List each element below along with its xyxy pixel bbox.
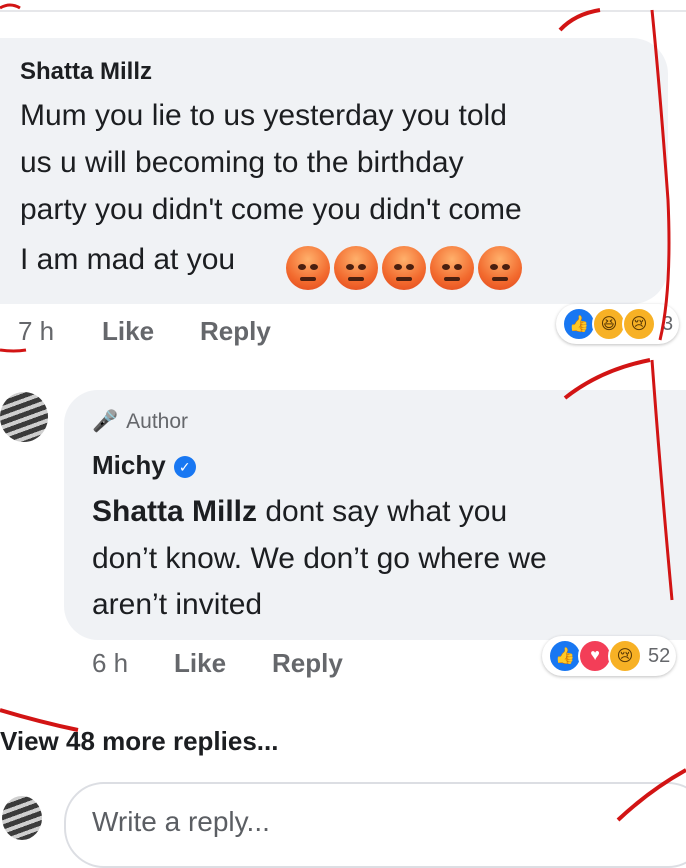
like-reaction-icon: 👍 bbox=[562, 307, 596, 341]
reaction-count: 52 bbox=[648, 644, 671, 667]
sad-reaction-icon: 😢 bbox=[622, 307, 656, 341]
angry-face-icon bbox=[334, 246, 378, 290]
avatar[interactable] bbox=[0, 392, 48, 442]
sad-reaction-icon: 😢 bbox=[608, 639, 642, 673]
microphone-icon: 🎤 bbox=[92, 410, 119, 433]
comment-line: us u will becoming to the birthday bbox=[20, 146, 464, 179]
view-more-replies-link[interactable]: View 48 more replies... bbox=[0, 726, 278, 757]
angry-face-icon bbox=[286, 246, 330, 290]
avatar bbox=[2, 796, 42, 840]
reaction-summary[interactable]: 👍 ♥ 😢 52 bbox=[542, 636, 677, 676]
reply-line: aren’t invited bbox=[92, 588, 263, 621]
timestamp[interactable]: 6 h bbox=[92, 648, 128, 679]
reply-text: dont say what you bbox=[257, 495, 508, 528]
angry-face-icon bbox=[382, 246, 426, 290]
love-reaction-icon: ♥ bbox=[578, 639, 612, 673]
like-link[interactable]: Like bbox=[174, 648, 226, 679]
like-reaction-icon: 👍 bbox=[548, 639, 582, 673]
comment-author[interactable]: Shatta Millz bbox=[20, 58, 152, 86]
reply-author[interactable]: Michy ✓ bbox=[92, 450, 196, 481]
reply-placeholder: Write a reply... bbox=[92, 806, 270, 837]
mention-link[interactable]: Shatta Millz bbox=[92, 495, 257, 528]
comment-line: I am mad at you bbox=[20, 243, 236, 276]
reply-line: don’t know. We don’t go where we bbox=[92, 542, 547, 575]
reaction-summary[interactable]: 👍 😆 😢 3 bbox=[556, 304, 680, 344]
verified-badge-icon: ✓ bbox=[173, 456, 196, 478]
comment-line: party you didn't come you didn't come bbox=[20, 193, 522, 226]
reply-line: Shatta Millz dont say what you bbox=[92, 488, 507, 535]
reply-link[interactable]: Reply bbox=[272, 648, 343, 679]
author-badge: 🎤 Author bbox=[92, 410, 188, 434]
reply-author-name[interactable]: Michy bbox=[92, 450, 166, 480]
angry-face-icon bbox=[430, 246, 474, 290]
emoji-row bbox=[286, 246, 522, 290]
reaction-count: 3 bbox=[662, 312, 674, 335]
top-divider bbox=[0, 10, 686, 12]
reply-input[interactable]: Write a reply... bbox=[64, 782, 686, 868]
author-badge-label: Author bbox=[126, 410, 189, 433]
haha-reaction-icon: 😆 bbox=[592, 307, 626, 341]
comment-line: Mum you lie to us yesterday you told bbox=[20, 99, 507, 132]
timestamp[interactable]: 7 h bbox=[18, 316, 54, 347]
angry-face-icon bbox=[478, 246, 522, 290]
reply-link[interactable]: Reply bbox=[200, 316, 271, 347]
like-link[interactable]: Like bbox=[102, 316, 154, 347]
reply-bubble: 🎤 Author Michy ✓ Shatta Millz dont say wh… bbox=[64, 390, 686, 640]
comment-bubble: Shatta Millz Mum you lie to us yesterday… bbox=[0, 38, 668, 304]
